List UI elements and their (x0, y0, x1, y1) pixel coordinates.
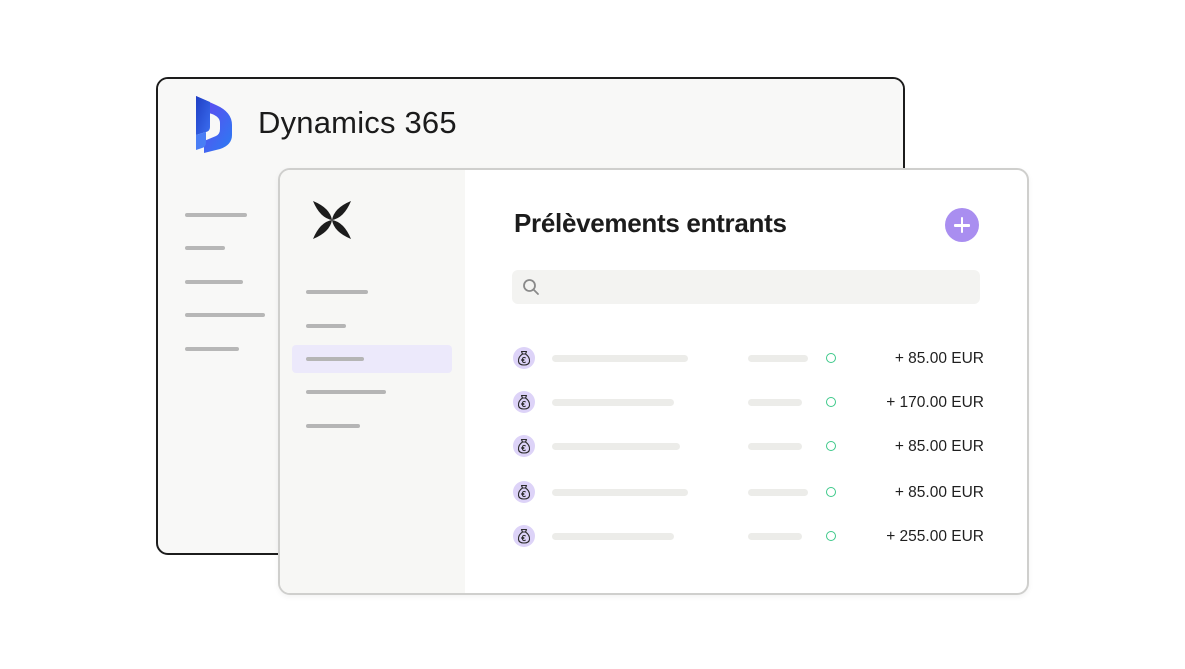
row-amount: + 85.00 EUR (894, 350, 984, 367)
back-nav-item[interactable] (185, 313, 265, 317)
back-nav-item[interactable] (185, 347, 239, 351)
table-row[interactable]: + 85.00 EUR (512, 346, 984, 372)
back-nav-item[interactable] (185, 246, 225, 250)
row-date-placeholder (748, 355, 808, 362)
row-description-placeholder (552, 443, 680, 450)
row-date-placeholder (748, 399, 802, 406)
row-date-placeholder (748, 443, 802, 450)
direct-debits-window: Prélèvements entrants + 85.00 EUR + 170.0… (278, 168, 1029, 595)
money-bag-euro-icon (513, 481, 535, 503)
status-dot (826, 487, 836, 497)
app-title: Dynamics 365 (258, 105, 457, 140)
add-button[interactable] (945, 208, 979, 242)
status-dot (826, 397, 836, 407)
row-amount: + 255.00 EUR (886, 528, 984, 545)
sidebar-item[interactable] (306, 324, 346, 328)
row-description-placeholder (552, 533, 674, 540)
status-dot (826, 353, 836, 363)
money-bag-euro-icon (513, 435, 535, 457)
search-input[interactable] (548, 270, 972, 306)
table-row[interactable]: + 85.00 EUR (512, 434, 984, 460)
table-row[interactable]: + 255.00 EUR (512, 524, 984, 550)
status-dot (826, 531, 836, 541)
sidebar (280, 170, 465, 593)
search-bar[interactable] (512, 270, 980, 306)
money-bag-euro-icon (513, 347, 535, 369)
row-amount: + 85.00 EUR (894, 438, 984, 455)
back-nav-item[interactable] (185, 280, 243, 284)
row-amount: + 85.00 EUR (894, 484, 984, 501)
sidebar-item[interactable] (306, 390, 386, 394)
row-date-placeholder (748, 489, 808, 496)
row-date-placeholder (748, 533, 802, 540)
sidebar-item[interactable] (306, 424, 360, 428)
page-title: Prélèvements entrants (514, 208, 787, 238)
table-row[interactable]: + 85.00 EUR (512, 480, 984, 506)
back-nav-item[interactable] (185, 213, 247, 217)
row-description-placeholder (552, 399, 674, 406)
sidebar-item[interactable] (306, 290, 368, 294)
four-petal-brand-logo-icon (313, 201, 351, 239)
row-description-placeholder (552, 489, 688, 496)
status-dot (826, 441, 836, 451)
sidebar-item-active-label (306, 357, 364, 361)
search-icon (523, 279, 539, 295)
row-description-placeholder (552, 355, 688, 362)
money-bag-euro-icon (513, 525, 535, 547)
table-row[interactable]: + 170.00 EUR (512, 390, 984, 416)
dynamics-365-logo-icon (196, 96, 232, 153)
dynamics-365-header: Dynamics 365 (158, 79, 903, 169)
money-bag-euro-icon (513, 391, 535, 413)
row-amount: + 170.00 EUR (886, 394, 984, 411)
